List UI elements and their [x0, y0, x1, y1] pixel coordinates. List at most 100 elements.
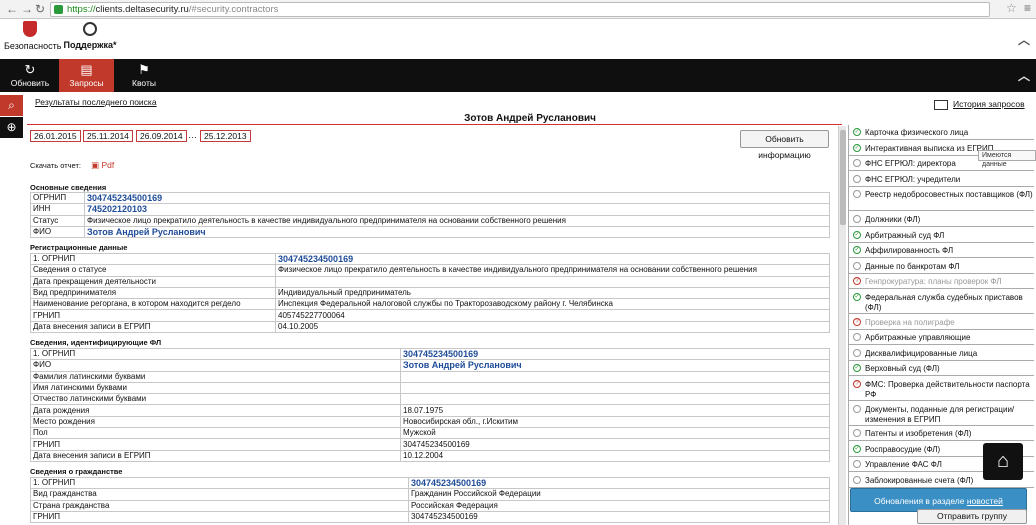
row-label: Дата прекращения деятельности: [30, 275, 276, 288]
source-item[interactable]: Данные по банкротам ФЛ: [849, 259, 1034, 274]
check-icon: ✓: [853, 143, 861, 152]
home-icon[interactable]: ⌂: [983, 443, 1023, 480]
row-label: 1. ОГРНИП: [30, 347, 401, 361]
source-label: Федеральная служба судебных приставов (Ф…: [865, 293, 1023, 312]
row-label: Наименование регоргана, в котором находи…: [30, 298, 276, 311]
row-label: Фамилия латинскими буквами: [30, 370, 401, 383]
empty-status-icon: [853, 348, 861, 357]
table-row: Страна гражданства Российская Федерация: [30, 499, 830, 512]
source-item[interactable]: ✓ Верховный суд (ФЛ): [849, 361, 1034, 377]
empty-status-icon: [853, 215, 861, 223]
row-value: Физическое лицо прекратило деятельность …: [275, 264, 830, 277]
zoom-icon[interactable]: ⊕: [0, 117, 23, 138]
source-label: Дисквалифицированные лица: [865, 348, 978, 358]
refresh-label: Обновить: [10, 78, 50, 88]
source-item[interactable]: ✓ Арбитражный суд ФЛ: [849, 228, 1034, 243]
source-label: Генпрокуратура: планы проверок ФЛ: [865, 277, 1002, 287]
row-label: Дата внесения записи в ЕГРИП: [30, 449, 401, 462]
browser-bar: ← → ↻ https://clients.deltasecurity.ru/#…: [0, 0, 1036, 19]
source-item[interactable]: ? ФМС: Проверка действительности паспорта…: [849, 377, 1034, 401]
url-host: clients.deltasecurity.ru: [95, 4, 189, 15]
row-label: ГРНИП: [30, 510, 409, 524]
toolbar: ↻ Обновить ▤ Запросы ⚑ Квоты ︿: [0, 59, 1036, 92]
main-scrollbar-thumb[interactable]: [840, 130, 846, 225]
source-item[interactable]: Патенты и изобретения (ФЛ): [849, 426, 1034, 442]
collapse-header-icon[interactable]: ︿: [1018, 31, 1030, 48]
flag-icon: ⚑: [138, 62, 150, 77]
refresh-button[interactable]: ↻ Обновить: [8, 59, 52, 92]
source-item[interactable]: Реестр недобросовестных поставщиков (ФЛ): [849, 187, 1034, 212]
date-button[interactable]: 25.11.2014: [83, 130, 133, 142]
date-button[interactable]: 26.01.2015: [30, 130, 81, 142]
search-icon[interactable]: ⌕: [0, 95, 23, 116]
date-ellipsis[interactable]: …: [188, 130, 197, 140]
source-item[interactable]: Арбитражные управляющие: [849, 330, 1034, 346]
row-label: Статус: [30, 214, 85, 227]
row-label: ГРНИП: [30, 309, 276, 322]
row-label: ФИО: [30, 359, 401, 372]
row-value: Инспекция Федеральной налоговой службы п…: [275, 298, 830, 311]
table-row: ГРНИП 405745227700064: [30, 309, 830, 322]
source-item[interactable]: Дисквалифицированные лица: [849, 346, 1034, 361]
table-row: Пол Мужской: [30, 427, 830, 440]
date-button[interactable]: 26.09.2014: [136, 130, 187, 142]
news-link[interactable]: новостей: [967, 496, 1003, 506]
breadcrumb[interactable]: Результаты последнего поиска: [35, 97, 157, 107]
source-item[interactable]: ✓ Карточка физического лица: [849, 125, 1034, 140]
bookmark-star-icon[interactable]: ☆: [1006, 1, 1017, 15]
history-link[interactable]: История запросов: [934, 99, 1025, 110]
source-item[interactable]: ✓ Федеральная служба судебных приставов (…: [849, 290, 1034, 314]
reload-icon[interactable]: ↻: [35, 2, 45, 16]
source-item[interactable]: ? Проверка на полиграфе: [849, 315, 1034, 330]
tab-support[interactable]: Поддержка*: [62, 19, 118, 59]
page-title: Зотов Андрей Русланович: [464, 113, 596, 124]
lock-icon: [54, 5, 63, 14]
address-bar[interactable]: https://clients.deltasecurity.ru/#securi…: [50, 2, 990, 17]
table-row: Сведения о статусе Физическое лицо прекра…: [30, 264, 830, 277]
source-label: Управление ФАС ФЛ: [865, 460, 942, 470]
pdf-link[interactable]: ▣ Pdf: [91, 160, 114, 170]
empty-status-icon: [853, 404, 861, 413]
check-icon: ✓: [853, 364, 861, 373]
source-item[interactable]: ? Генпрокуратура: планы проверок ФЛ: [849, 274, 1034, 290]
tab-security[interactable]: Безопасность: [4, 19, 61, 59]
send-group-button[interactable]: Отправить группу запросов: [917, 509, 1027, 525]
table-row: Дата прекращения деятельности: [30, 275, 830, 288]
refresh-info-button[interactable]: Обновить информацию: [740, 130, 829, 160]
source-label: Арбитражный суд ФЛ: [865, 230, 945, 240]
source-label: Заблокированные счета (ФЛ): [865, 476, 974, 485]
empty-status-icon: [853, 429, 861, 438]
forward-icon[interactable]: →: [21, 2, 33, 16]
browser-menu-icon[interactable]: ≡: [1024, 1, 1031, 15]
registration-table: 1. ОГРНИП 304745234500169 Сведения о стату…: [30, 252, 830, 334]
row-value: [400, 370, 830, 383]
url-path: /#security.contractors: [188, 4, 279, 15]
notification-text: Обновления в разделе: [874, 496, 967, 506]
row-value: 304745234500169: [408, 476, 830, 490]
row-label: ОГРНИП: [30, 191, 85, 205]
table-row: ГРНИП 304745234500169: [30, 438, 830, 451]
row-label: Дата рождения: [30, 404, 401, 417]
empty-status-icon: [853, 174, 861, 183]
date-button[interactable]: 25.12.2013: [200, 130, 251, 142]
quotas-button[interactable]: ⚑ Квоты: [122, 59, 166, 92]
source-item[interactable]: ✓ Аффилированность ФЛ: [849, 243, 1034, 259]
table-row: Имя латинскими буквами: [30, 381, 830, 395]
requests-button[interactable]: ▤ Запросы: [59, 59, 114, 92]
table-row: Вид предпринимателя Индивидуальный предпр…: [30, 286, 830, 300]
row-value: 04.10.2005: [275, 320, 830, 334]
row-value: Мужской: [400, 427, 830, 440]
collapse-toolbar-icon[interactable]: ︿: [1018, 67, 1030, 84]
back-icon[interactable]: ←: [6, 2, 18, 16]
empty-status-icon: [853, 333, 861, 342]
row-value: [400, 393, 830, 406]
source-item[interactable]: Документы, поданные для регистрации/изме…: [849, 402, 1034, 426]
source-label: ФНС ЕГРЮЛ: учредители: [865, 174, 961, 184]
source-label: Патенты и изобретения (ФЛ): [865, 429, 972, 439]
source-item[interactable]: Должники (ФЛ): [849, 212, 1034, 227]
source-label: Арбитражные управляющие: [865, 333, 971, 343]
source-label: ФМС: Проверка действительности паспорта …: [865, 380, 1030, 399]
main-scrollbar[interactable]: [838, 126, 846, 525]
table-row: Статус Физическое лицо прекратило деятель…: [30, 214, 830, 227]
source-item[interactable]: ФНС ЕГРЮЛ: учредители: [849, 172, 1034, 187]
